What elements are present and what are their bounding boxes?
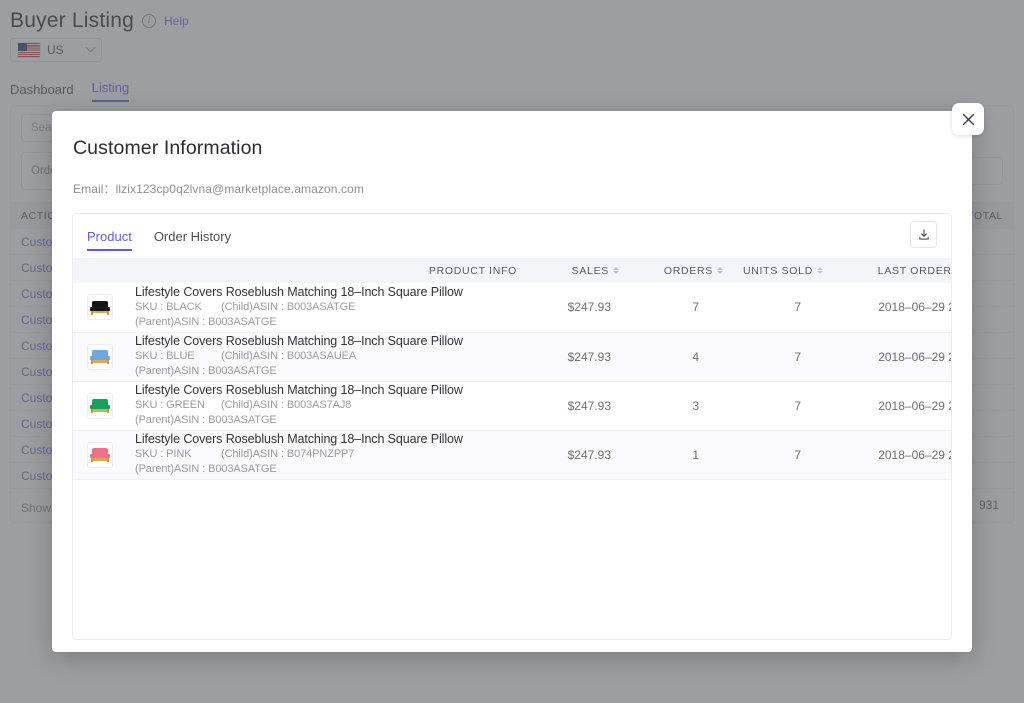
product-sales-cell: $247.93 [525,430,637,479]
product-sku-line: SKU : GREEN(Child)ASIN : B003AS7AJ8 [135,398,525,413]
close-icon [961,112,976,127]
product-child-asin: (Child)ASIN : B003AS7AJ8 [221,399,351,411]
product-last-order-time-cell: 2018–06–29 20:08:00 [837,381,952,430]
table-row: Lifestyle Covers Roseblush Matching 18–I… [73,381,952,430]
product-units-sold-cell: 7 [737,283,837,332]
product-child-asin: (Child)ASIN : B074PNZPP7 [221,448,354,460]
product-orders-cell: 3 [637,381,737,430]
modal-title: Customer Information [73,137,952,160]
product-sales-cell: $247.93 [525,283,637,332]
product-orders-cell: 1 [637,430,737,479]
download-icon [917,228,931,242]
sofa-black-icon [87,294,113,320]
sort-icon [717,267,723,275]
table-row: Lifestyle Covers Roseblush Matching 18–I… [73,332,952,381]
product-parent-asin: (Parent)ASIN : B003ASATGE [135,462,525,477]
product-sales-cell: $247.93 [525,381,637,430]
product-thumbnail-cell [73,283,125,332]
product-parent-asin: (Parent)ASIN : B003ASATGE [135,413,525,428]
app-root: Buyer Listing i Help US Dashboard Listin… [0,0,1024,703]
email-label: Email： [73,182,116,196]
customer-email-row: Email：llzix123cp0q2lvna@marketplace.amaz… [73,180,952,197]
column-header-orders[interactable]: ORDERS [637,258,737,283]
table-row: Lifestyle Covers Roseblush Matching 18–I… [73,283,952,332]
sort-icon [613,267,619,275]
product-name: Lifestyle Covers Roseblush Matching 18–I… [135,285,525,300]
tab-product[interactable]: Product [87,219,132,253]
column-header-image [73,258,125,283]
product-units-sold-cell: 7 [737,381,837,430]
column-header-product-info: PRODUCT INFO [125,258,525,283]
modal-tabs: Product Order History [73,214,951,258]
column-header-sales[interactable]: SALES [525,258,637,283]
product-sku-line: SKU : PINK(Child)ASIN : B074PNZPP7 [135,447,525,462]
product-orders-cell: 7 [637,283,737,332]
product-table-body: Lifestyle Covers Roseblush Matching 18–I… [73,283,952,479]
product-sku: SKU : BLACK [135,300,221,315]
product-units-sold-cell: 7 [737,430,837,479]
product-thumbnail-cell [73,381,125,430]
product-last-order-time-cell: 2018–06–29 20:08:00 [837,332,952,381]
customer-information-modal: Customer Information Email：llzix123cp0q2… [52,111,972,652]
product-sales-cell: $247.93 [525,332,637,381]
column-header-last-order-time[interactable]: LAST ORDER TIME [837,258,952,283]
tab-order-history[interactable]: Order History [154,219,231,253]
product-name: Lifestyle Covers Roseblush Matching 18–I… [135,334,525,349]
product-orders-cell: 4 [637,332,737,381]
product-last-order-time-cell: 2018–06–29 20:08:00 [837,430,952,479]
product-info-cell: Lifestyle Covers Roseblush Matching 18–I… [125,381,525,430]
product-thumbnail-cell [73,332,125,381]
product-child-asin: (Child)ASIN : B003ASATGE [221,301,355,313]
product-sku: SKU : PINK [135,447,221,462]
product-thumbnail-cell [73,430,125,479]
product-table: PRODUCT INFO SALES ORDERS [73,258,952,480]
table-row: Lifestyle Covers Roseblush Matching 18–I… [73,430,952,479]
sofa-blue-icon [87,344,113,370]
product-panel: Product Order History [72,213,952,640]
close-button[interactable] [952,103,984,135]
product-name: Lifestyle Covers Roseblush Matching 18–I… [135,432,525,447]
product-sku-line: SKU : BLUE(Child)ASIN : B003ASAUEA [135,349,525,364]
product-name: Lifestyle Covers Roseblush Matching 18–I… [135,383,525,398]
product-sku: SKU : GREEN [135,398,221,413]
product-info-cell: Lifestyle Covers Roseblush Matching 18–I… [125,283,525,332]
product-parent-asin: (Parent)ASIN : B003ASATGE [135,364,525,379]
product-info-cell: Lifestyle Covers Roseblush Matching 18–I… [125,332,525,381]
product-parent-asin: (Parent)ASIN : B003ASATGE [135,315,525,330]
product-sku-line: SKU : BLACK(Child)ASIN : B003ASATGE [135,300,525,315]
sort-icon [817,267,823,275]
product-child-asin: (Child)ASIN : B003ASAUEA [221,350,356,362]
product-last-order-time-cell: 2018–06–29 20:08:00 [837,283,952,332]
column-header-units-sold[interactable]: UNITS SOLD [737,258,837,283]
email-value: llzix123cp0q2lvna@marketplace.amazon.com [116,182,364,196]
sofa-pink-icon [87,442,113,468]
product-table-head: PRODUCT INFO SALES ORDERS [73,258,952,283]
sofa-green-icon [87,393,113,419]
product-table-header-row: PRODUCT INFO SALES ORDERS [73,258,952,283]
product-sku: SKU : BLUE [135,349,221,364]
download-button[interactable] [910,221,937,248]
product-units-sold-cell: 7 [737,332,837,381]
product-info-cell: Lifestyle Covers Roseblush Matching 18–I… [125,430,525,479]
